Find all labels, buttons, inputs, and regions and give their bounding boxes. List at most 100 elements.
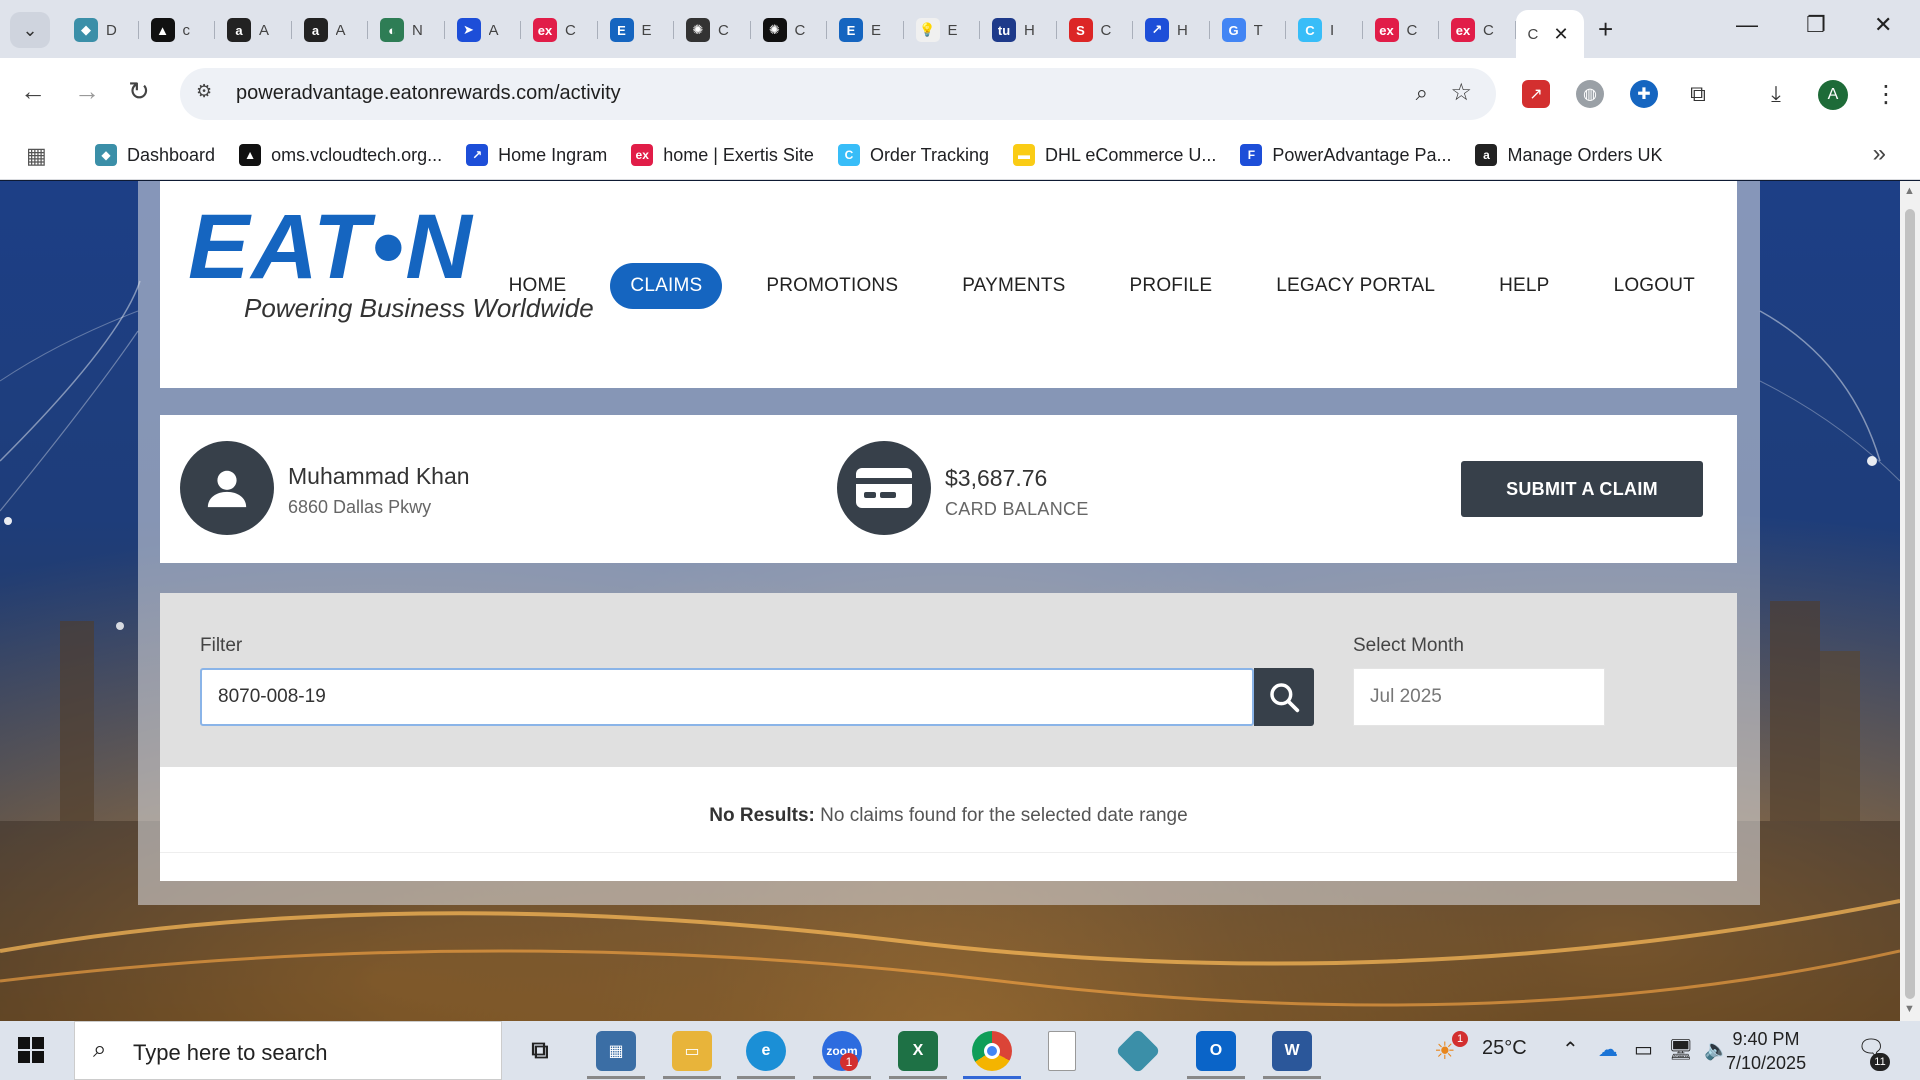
battery-icon[interactable]: ▭ bbox=[1634, 1037, 1653, 1062]
browser-tab[interactable]: ✺ C bbox=[751, 10, 828, 50]
site-info-icon[interactable]: ⚙ bbox=[196, 81, 222, 107]
browser-tab-active[interactable]: C ✕ bbox=[1515, 10, 1584, 58]
browser-tab[interactable]: EE bbox=[827, 10, 904, 50]
tab-title: c bbox=[182, 21, 191, 39]
task-view-icon[interactable]: ⧉ bbox=[520, 1031, 560, 1071]
nav-profile[interactable]: PROFILE bbox=[1110, 263, 1233, 309]
browser-tab[interactable]: SC bbox=[1057, 10, 1134, 50]
restore-icon[interactable]: ❐ bbox=[1806, 12, 1826, 38]
blank-file-icon[interactable] bbox=[1048, 1031, 1076, 1071]
bookmark-star-icon[interactable]: ☆ bbox=[1450, 78, 1472, 107]
bookmark-item[interactable]: ex home | Exertis Site bbox=[631, 140, 814, 170]
nav-promotions[interactable]: PROMOTIONS bbox=[746, 263, 918, 309]
tab-title: C bbox=[1406, 21, 1418, 39]
browser-tab[interactable]: ex C bbox=[1363, 10, 1440, 50]
bookmarks-overflow-icon[interactable]: » bbox=[1873, 140, 1886, 168]
weather-temperature[interactable]: 25°C bbox=[1482, 1037, 1527, 1060]
outlook-icon[interactable]: O bbox=[1196, 1031, 1236, 1071]
download-icon[interactable]: ⤓ bbox=[1762, 80, 1790, 108]
close-tab-icon[interactable]: ✕ bbox=[1554, 24, 1569, 45]
diamond-app-icon[interactable] bbox=[1115, 1028, 1161, 1074]
browser-tab[interactable]: 💡 E bbox=[904, 10, 981, 50]
bookmark-item[interactable]: C Order Tracking bbox=[837, 140, 989, 170]
tab-title: A bbox=[488, 21, 499, 39]
bookmark-item[interactable]: a Manage Orders UK bbox=[1475, 140, 1663, 170]
nav-help[interactable]: HELP bbox=[1479, 263, 1569, 309]
nav-home[interactable]: HOME bbox=[489, 263, 587, 309]
browser-tab[interactable]: ex C bbox=[1439, 10, 1516, 50]
shield-icon: ◐ bbox=[380, 18, 404, 42]
browser-tab[interactable]: ◐ N bbox=[368, 10, 445, 50]
bookmark-item[interactable]: ◆ Dashboard bbox=[95, 140, 215, 170]
excel-icon[interactable]: X bbox=[898, 1031, 938, 1071]
bookmark-item[interactable]: ↗ Home Ingram bbox=[466, 140, 607, 170]
new-tab-plus-icon[interactable]: + bbox=[1598, 14, 1613, 45]
browser-tab[interactable]: ex C bbox=[521, 10, 598, 50]
browser-tab[interactable]: aA bbox=[292, 10, 369, 50]
bookmark-item[interactable]: ▬ DHL eCommerce U... bbox=[1012, 140, 1216, 170]
month-select[interactable]: Jul 2025 bbox=[1353, 668, 1605, 726]
browser-tab[interactable]: tu H bbox=[980, 10, 1057, 50]
taskbar-search-text: Type here to search bbox=[133, 1040, 328, 1065]
tray-chevron-up-icon[interactable]: ⌃ bbox=[1562, 1037, 1579, 1062]
browser-tab[interactable]: ✺ C bbox=[674, 10, 751, 50]
puzzle-badge-extension-icon[interactable]: ✚ bbox=[1630, 80, 1658, 108]
globe-extension-icon[interactable]: ◍ bbox=[1576, 80, 1604, 108]
back-arrow-icon[interactable]: ← bbox=[20, 76, 46, 107]
submit-claim-button[interactable]: SUBMIT A CLAIM bbox=[1461, 461, 1703, 517]
bookmark-item[interactable]: F PowerAdvantage Pa... bbox=[1240, 140, 1451, 170]
minimize-icon[interactable]: — bbox=[1736, 12, 1758, 38]
search-button[interactable] bbox=[1254, 668, 1314, 726]
browser-tab[interactable]: ◆ D bbox=[62, 10, 139, 50]
google-icon: G bbox=[1221, 18, 1246, 42]
calculator-icon[interactable]: ▦ bbox=[596, 1031, 636, 1071]
browser-tab[interactable]: EE bbox=[598, 10, 675, 50]
file-explorer-icon[interactable]: ▭ bbox=[672, 1031, 712, 1071]
browser-tab[interactable]: CI bbox=[1286, 10, 1363, 50]
browser-tab[interactable]: GT bbox=[1210, 10, 1287, 50]
scroll-down-arrow-icon[interactable]: ▼ bbox=[1904, 1003, 1915, 1015]
close-window-icon[interactable]: ✕ bbox=[1874, 12, 1892, 38]
extensions-puzzle-icon[interactable]: ⧉ bbox=[1684, 80, 1712, 108]
taskbar-search[interactable]: ⌕ Type here to search bbox=[74, 1021, 502, 1080]
bookmark-item[interactable]: ▲ oms.vcloudtech.org... bbox=[239, 140, 442, 170]
zoom-magnifier-icon[interactable]: ⌕ bbox=[1416, 80, 1428, 106]
nav-legacy-portal[interactable]: LEGACY PORTAL bbox=[1256, 263, 1455, 309]
system-clock[interactable]: 9:40 PM 7/10/2025 bbox=[1726, 1027, 1806, 1075]
document-icon: F bbox=[1240, 144, 1263, 166]
edge-icon[interactable]: e bbox=[746, 1031, 786, 1071]
profile-avatar[interactable]: A bbox=[1818, 80, 1848, 110]
browser-tab[interactable]: ➤ A bbox=[445, 10, 522, 50]
url-text[interactable]: poweradvantage.eatonrewards.com/activity bbox=[236, 82, 621, 105]
windows-start-icon[interactable] bbox=[18, 1037, 44, 1063]
notification-count: 11 bbox=[1870, 1053, 1890, 1071]
apps-grid-icon[interactable]: ▦ bbox=[26, 143, 47, 169]
nav-logout[interactable]: LOGOUT bbox=[1594, 263, 1715, 309]
page-scrollbar[interactable]: ▲ ▼ bbox=[1900, 181, 1920, 1021]
acrobat-extension-icon[interactable]: ↗ bbox=[1522, 80, 1550, 108]
browser-tab[interactable]: ▲ c bbox=[139, 10, 216, 50]
tab-search-chevron-icon[interactable]: ⌄ bbox=[10, 12, 50, 48]
forward-arrow-icon[interactable]: → bbox=[74, 76, 100, 107]
tab-title: C bbox=[1527, 25, 1539, 43]
reload-icon[interactable]: ↻ bbox=[128, 76, 150, 107]
browser-tab[interactable]: ↗ H bbox=[1133, 10, 1210, 50]
nav-payments[interactable]: PAYMENTS bbox=[942, 263, 1085, 309]
onedrive-cloud-icon[interactable]: ☁ bbox=[1598, 1037, 1618, 1062]
page-viewport: EAT•N Powering Business Worldwide HOME CL… bbox=[0, 181, 1900, 1021]
site-header: EAT•N Powering Business Worldwide HOME CL… bbox=[160, 181, 1737, 388]
nav-claims[interactable]: CLAIMS bbox=[610, 263, 723, 309]
tab-title: E bbox=[947, 21, 958, 39]
filter-input[interactable] bbox=[200, 668, 1254, 726]
chrome-icon[interactable] bbox=[972, 1031, 1012, 1071]
openai-icon: ✺ bbox=[686, 18, 710, 42]
address-bar[interactable]: ⚙ poweradvantage.eatonrewards.com/activi… bbox=[180, 68, 1496, 120]
network-icon[interactable]: 🖥 bbox=[1668, 1037, 1693, 1062]
tab-strip: ⌄ ◆ D ▲ c a Aa A ◐ N ➤ Aex C E E ✺ C ✺ C E E 💡 Etu H S C ↗ H G T C Iex… bbox=[0, 0, 1920, 58]
scroll-up-arrow-icon[interactable]: ▲ bbox=[1904, 185, 1915, 197]
menu-kebab-icon[interactable]: ⋮ bbox=[1872, 80, 1900, 108]
word-icon[interactable]: W bbox=[1272, 1031, 1312, 1071]
tab-title: C bbox=[565, 21, 576, 39]
scroll-thumb[interactable] bbox=[1905, 209, 1915, 999]
browser-tab[interactable]: aA bbox=[215, 10, 292, 50]
